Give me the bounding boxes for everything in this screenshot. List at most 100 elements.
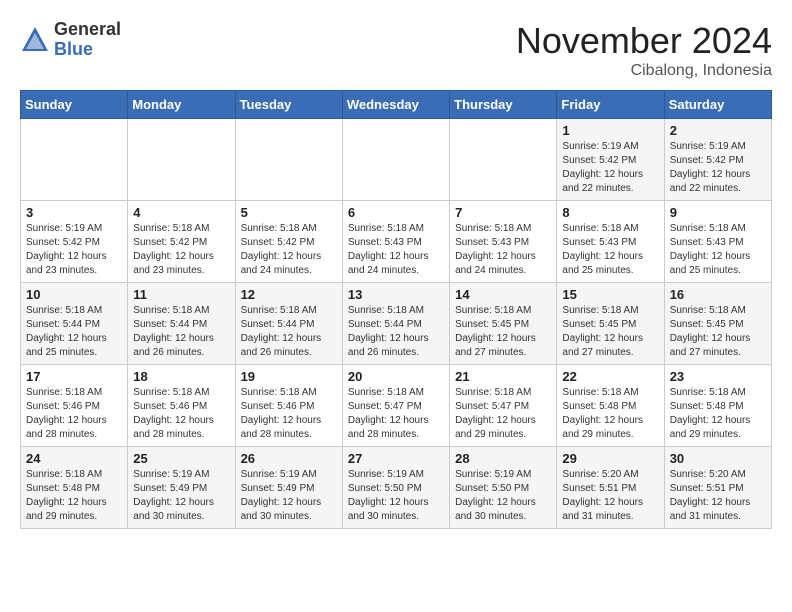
calendar-cell: 26Sunrise: 5:19 AM Sunset: 5:49 PM Dayli…: [235, 447, 342, 529]
day-number: 6: [348, 205, 444, 220]
day-info: Sunrise: 5:18 AM Sunset: 5:46 PM Dayligh…: [241, 386, 337, 442]
day-info: Sunrise: 5:18 AM Sunset: 5:46 PM Dayligh…: [133, 386, 229, 442]
day-number: 18: [133, 369, 229, 384]
day-info: Sunrise: 5:19 AM Sunset: 5:50 PM Dayligh…: [348, 468, 444, 524]
calendar-cell: 19 Sunrise: 5:18 AM Sunset: 5:46 PM Dayli…: [235, 365, 342, 447]
day-number: 21: [455, 369, 551, 384]
calendar-cell: 13Sunrise: 5:18 AM Sunset: 5:44 PM Dayli…: [342, 283, 449, 365]
day-info: Sunrise: 5:18 AM Sunset: 5:44 PM Dayligh…: [26, 304, 122, 360]
day-info: Sunrise: 5:18 AM Sunset: 5:48 PM Dayligh…: [26, 468, 122, 524]
calendar-cell: 27 Sunrise: 5:19 AM Sunset: 5:50 PM Dayli…: [342, 447, 449, 529]
month-title: November 2024: [516, 20, 772, 62]
day-number: 1: [562, 123, 658, 138]
page-header: General Blue November 2024 Cibalong, Ind…: [20, 20, 772, 80]
day-info: Sunrise: 5:18 AM Sunset: 5:45 PM Dayligh…: [455, 304, 551, 360]
week-row-4: 17 Sunrise: 5:18 AM Sunset: 5:46 PM Dayli…: [21, 365, 772, 447]
day-number: 7: [455, 205, 551, 220]
calendar-cell: [342, 119, 449, 201]
calendar-cell: 10 Sunrise: 5:18 AM Sunset: 5:44 PM Dayli…: [21, 283, 128, 365]
calendar-cell: 2 Sunrise: 5:19 AM Sunset: 5:42 PM Daylig…: [664, 119, 771, 201]
calendar-cell: 24 Sunrise: 5:18 AM Sunset: 5:48 PM Dayli…: [21, 447, 128, 529]
day-info: Sunrise: 5:18 AM Sunset: 5:43 PM Dayligh…: [670, 222, 766, 278]
header-monday: Monday: [128, 91, 235, 119]
header-sunday: Sunday: [21, 91, 128, 119]
day-number: 2: [670, 123, 766, 138]
logo-blue: Blue: [54, 40, 121, 60]
calendar-cell: 9 Sunrise: 5:18 AM Sunset: 5:43 PM Daylig…: [664, 201, 771, 283]
week-row-5: 24 Sunrise: 5:18 AM Sunset: 5:48 PM Dayli…: [21, 447, 772, 529]
day-info: Sunrise: 5:18 AM Sunset: 5:48 PM Dayligh…: [562, 386, 658, 442]
day-info: Sunrise: 5:19 AM Sunset: 5:42 PM Dayligh…: [562, 140, 658, 196]
day-number: 9: [670, 205, 766, 220]
day-info: Sunrise: 5:19 AM Sunset: 5:49 PM Dayligh…: [133, 468, 229, 524]
calendar-table: SundayMondayTuesdayWednesdayThursdayFrid…: [20, 90, 772, 529]
day-number: 23: [670, 369, 766, 384]
logo-icon: [20, 25, 50, 55]
calendar-cell: 20Sunrise: 5:18 AM Sunset: 5:47 PM Dayli…: [342, 365, 449, 447]
logo: General Blue: [20, 20, 121, 60]
calendar-cell: 5Sunrise: 5:18 AM Sunset: 5:42 PM Daylig…: [235, 201, 342, 283]
day-info: Sunrise: 5:18 AM Sunset: 5:47 PM Dayligh…: [348, 386, 444, 442]
week-row-3: 10 Sunrise: 5:18 AM Sunset: 5:44 PM Dayli…: [21, 283, 772, 365]
calendar-cell: 8Sunrise: 5:18 AM Sunset: 5:43 PM Daylig…: [557, 201, 664, 283]
day-number: 15: [562, 287, 658, 302]
calendar-cell: 12 Sunrise: 5:18 AM Sunset: 5:44 PM Dayli…: [235, 283, 342, 365]
calendar-cell: 16Sunrise: 5:18 AM Sunset: 5:45 PM Dayli…: [664, 283, 771, 365]
day-info: Sunrise: 5:18 AM Sunset: 5:43 PM Dayligh…: [348, 222, 444, 278]
day-number: 27: [348, 451, 444, 466]
calendar-cell: 6 Sunrise: 5:18 AM Sunset: 5:43 PM Daylig…: [342, 201, 449, 283]
day-number: 11: [133, 287, 229, 302]
calendar-cell: 15 Sunrise: 5:18 AM Sunset: 5:45 PM Dayli…: [557, 283, 664, 365]
calendar-cell: [235, 119, 342, 201]
day-number: 28: [455, 451, 551, 466]
location: Cibalong, Indonesia: [516, 62, 772, 80]
day-number: 10: [26, 287, 122, 302]
day-number: 24: [26, 451, 122, 466]
day-info: Sunrise: 5:18 AM Sunset: 5:48 PM Dayligh…: [670, 386, 766, 442]
calendar-cell: [128, 119, 235, 201]
calendar-cell: 4Sunrise: 5:18 AM Sunset: 5:42 PM Daylig…: [128, 201, 235, 283]
calendar-cell: 28Sunrise: 5:19 AM Sunset: 5:50 PM Dayli…: [450, 447, 557, 529]
day-number: 14: [455, 287, 551, 302]
header-friday: Friday: [557, 91, 664, 119]
day-number: 30: [670, 451, 766, 466]
logo-text: General Blue: [54, 20, 121, 60]
day-info: Sunrise: 5:20 AM Sunset: 5:51 PM Dayligh…: [562, 468, 658, 524]
calendar-cell: 11Sunrise: 5:18 AM Sunset: 5:44 PM Dayli…: [128, 283, 235, 365]
day-number: 26: [241, 451, 337, 466]
calendar-cell: [450, 119, 557, 201]
logo-general: General: [54, 20, 121, 40]
day-number: 22: [562, 369, 658, 384]
day-info: Sunrise: 5:18 AM Sunset: 5:44 PM Dayligh…: [241, 304, 337, 360]
header-wednesday: Wednesday: [342, 91, 449, 119]
day-number: 16: [670, 287, 766, 302]
header-thursday: Thursday: [450, 91, 557, 119]
day-number: 29: [562, 451, 658, 466]
day-info: Sunrise: 5:18 AM Sunset: 5:46 PM Dayligh…: [26, 386, 122, 442]
calendar-cell: 18 Sunrise: 5:18 AM Sunset: 5:46 PM Dayli…: [128, 365, 235, 447]
day-number: 19: [241, 369, 337, 384]
day-number: 17: [26, 369, 122, 384]
day-info: Sunrise: 5:18 AM Sunset: 5:47 PM Dayligh…: [455, 386, 551, 442]
day-info: Sunrise: 5:18 AM Sunset: 5:45 PM Dayligh…: [562, 304, 658, 360]
calendar-cell: 23 Sunrise: 5:18 AM Sunset: 5:48 PM Dayli…: [664, 365, 771, 447]
calendar-cell: 14 Sunrise: 5:18 AM Sunset: 5:45 PM Dayli…: [450, 283, 557, 365]
day-number: 4: [133, 205, 229, 220]
day-info: Sunrise: 5:18 AM Sunset: 5:42 PM Dayligh…: [241, 222, 337, 278]
day-number: 12: [241, 287, 337, 302]
calendar-cell: 21 Sunrise: 5:18 AM Sunset: 5:47 PM Dayli…: [450, 365, 557, 447]
header-saturday: Saturday: [664, 91, 771, 119]
calendar-cell: 1 Sunrise: 5:19 AM Sunset: 5:42 PM Daylig…: [557, 119, 664, 201]
day-info: Sunrise: 5:19 AM Sunset: 5:42 PM Dayligh…: [26, 222, 122, 278]
day-info: Sunrise: 5:19 AM Sunset: 5:42 PM Dayligh…: [670, 140, 766, 196]
week-row-1: 1 Sunrise: 5:19 AM Sunset: 5:42 PM Daylig…: [21, 119, 772, 201]
calendar-cell: 7 Sunrise: 5:18 AM Sunset: 5:43 PM Daylig…: [450, 201, 557, 283]
day-number: 25: [133, 451, 229, 466]
day-info: Sunrise: 5:18 AM Sunset: 5:44 PM Dayligh…: [348, 304, 444, 360]
calendar-cell: 29 Sunrise: 5:20 AM Sunset: 5:51 PM Dayli…: [557, 447, 664, 529]
week-row-2: 3Sunrise: 5:19 AM Sunset: 5:42 PM Daylig…: [21, 201, 772, 283]
calendar-cell: 30Sunrise: 5:20 AM Sunset: 5:51 PM Dayli…: [664, 447, 771, 529]
day-info: Sunrise: 5:18 AM Sunset: 5:43 PM Dayligh…: [455, 222, 551, 278]
calendar-header-row: SundayMondayTuesdayWednesdayThursdayFrid…: [21, 91, 772, 119]
title-block: November 2024 Cibalong, Indonesia: [516, 20, 772, 80]
